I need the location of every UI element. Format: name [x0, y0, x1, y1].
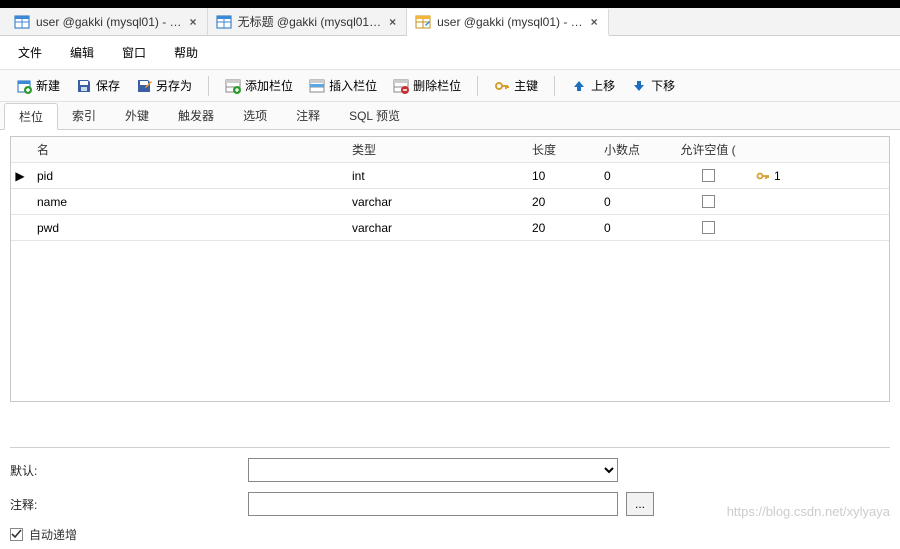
titlebar	[0, 0, 900, 8]
col-type[interactable]: 类型	[344, 141, 524, 158]
pk-indicator: 1	[748, 169, 798, 183]
table-icon	[14, 14, 30, 30]
cell-type[interactable]: varchar	[344, 221, 524, 235]
field-properties: 默认: 注释: ... 自动递增	[10, 447, 890, 543]
window-tab-1[interactable]: 无标题 @gakki (mysql01… ×	[208, 8, 408, 35]
button-label: 新建	[36, 77, 60, 94]
cell-length[interactable]: 20	[524, 221, 596, 235]
key-icon	[494, 78, 510, 94]
cell-type[interactable]: int	[344, 169, 524, 183]
cell-decimals[interactable]: 0	[596, 221, 668, 235]
menu-window[interactable]: 窗口	[122, 44, 146, 61]
browse-button[interactable]: ...	[626, 492, 654, 516]
autoinc-checkbox[interactable]	[10, 528, 23, 541]
button-label: 添加栏位	[245, 77, 293, 94]
cell-name[interactable]: pwd	[29, 221, 344, 235]
table-icon	[216, 14, 232, 30]
allownull-checkbox[interactable]	[702, 221, 715, 234]
button-label: 删除栏位	[413, 77, 461, 94]
comment-input[interactable]	[248, 492, 618, 516]
close-icon[interactable]: ×	[188, 15, 199, 29]
save-button[interactable]: 保存	[70, 74, 126, 97]
allownull-checkbox[interactable]	[702, 195, 715, 208]
toolbar: 新建 保存 另存为 添加栏位 插入栏位 删除栏位 主键 上移 下移	[0, 70, 900, 102]
cell-length[interactable]: 10	[524, 169, 596, 183]
window-tab-2[interactable]: user @gakki (mysql01) - … ×	[407, 9, 609, 36]
design-tabs: 栏位 索引 外键 触发器 选项 注释 SQL 预览	[0, 102, 900, 130]
cell-length[interactable]: 20	[524, 195, 596, 209]
subtab-trigger[interactable]: 触发器	[164, 102, 229, 129]
allownull-checkbox[interactable]	[702, 169, 715, 182]
cell-name[interactable]: pid	[29, 169, 344, 183]
tab-label: 无标题 @gakki (mysql01…	[238, 13, 382, 30]
new-button[interactable]: 新建	[10, 74, 66, 97]
separator	[208, 76, 209, 96]
default-label: 默认:	[10, 462, 240, 479]
addfield-button[interactable]: 添加栏位	[219, 74, 299, 97]
close-icon[interactable]: ×	[589, 15, 600, 29]
tab-label: user @gakki (mysql01) - …	[36, 15, 182, 29]
insertfield-icon	[309, 78, 325, 94]
separator	[477, 76, 478, 96]
fields-grid: 名 类型 长度 小数点 允许空值 ( ▶ pid int 10 0 1 name…	[10, 136, 890, 402]
button-label: 插入栏位	[329, 77, 377, 94]
menu-edit[interactable]: 编辑	[70, 44, 94, 61]
subtab-fk[interactable]: 外键	[111, 102, 164, 129]
pk-number: 1	[774, 169, 781, 183]
table-design-icon	[415, 14, 431, 30]
col-name[interactable]: 名	[29, 141, 344, 158]
close-icon[interactable]: ×	[387, 15, 398, 29]
col-allownull[interactable]: 允许空值 (	[668, 141, 748, 158]
grid-row[interactable]: name varchar 20 0	[11, 189, 889, 215]
arrow-up-icon	[571, 78, 587, 94]
moveup-button[interactable]: 上移	[565, 74, 621, 97]
movedown-button[interactable]: 下移	[625, 74, 681, 97]
button-label: 上移	[591, 77, 615, 94]
grid-row[interactable]: pwd varchar 20 0	[11, 215, 889, 241]
saveas-button[interactable]: 另存为	[130, 74, 198, 97]
saveas-icon	[136, 78, 152, 94]
comment-label: 注释:	[10, 496, 240, 513]
save-icon	[76, 78, 92, 94]
separator	[554, 76, 555, 96]
subtab-comment[interactable]: 注释	[282, 102, 335, 129]
cell-decimals[interactable]: 0	[596, 169, 668, 183]
new-icon	[16, 78, 32, 94]
col-length[interactable]: 长度	[524, 141, 596, 158]
button-label: 主键	[514, 77, 538, 94]
primarykey-button[interactable]: 主键	[488, 74, 544, 97]
subtab-sqlpreview[interactable]: SQL 预览	[335, 102, 415, 129]
row-marker-icon: ▶	[11, 169, 29, 183]
subtab-fields[interactable]: 栏位	[4, 103, 58, 130]
menubar: 文件 编辑 窗口 帮助	[0, 36, 900, 70]
window-tab-0[interactable]: user @gakki (mysql01) - … ×	[6, 8, 208, 35]
autoinc-label: 自动递增	[29, 526, 77, 543]
button-label: 保存	[96, 77, 120, 94]
insertfield-button[interactable]: 插入栏位	[303, 74, 383, 97]
grid-empty-area[interactable]	[11, 241, 889, 401]
button-label: 下移	[651, 77, 675, 94]
deletefield-icon	[393, 78, 409, 94]
grid-row[interactable]: ▶ pid int 10 0 1	[11, 163, 889, 189]
default-select[interactable]	[248, 458, 618, 482]
cell-type[interactable]: varchar	[344, 195, 524, 209]
menu-file[interactable]: 文件	[18, 44, 42, 61]
ellipsis-icon: ...	[635, 497, 645, 511]
col-decimals[interactable]: 小数点	[596, 141, 668, 158]
cell-decimals[interactable]: 0	[596, 195, 668, 209]
addfield-icon	[225, 78, 241, 94]
cell-name[interactable]: name	[29, 195, 344, 209]
grid-header: 名 类型 长度 小数点 允许空值 (	[11, 137, 889, 163]
subtab-options[interactable]: 选项	[229, 102, 282, 129]
button-label: 另存为	[156, 77, 192, 94]
deletefield-button[interactable]: 删除栏位	[387, 74, 467, 97]
menu-help[interactable]: 帮助	[174, 44, 198, 61]
subtab-index[interactable]: 索引	[58, 102, 111, 129]
arrow-down-icon	[631, 78, 647, 94]
tab-label: user @gakki (mysql01) - …	[437, 15, 583, 29]
window-tabs: user @gakki (mysql01) - … × 无标题 @gakki (…	[0, 8, 900, 36]
fields-grid-wrap: 名 类型 长度 小数点 允许空值 ( ▶ pid int 10 0 1 name…	[0, 130, 900, 402]
